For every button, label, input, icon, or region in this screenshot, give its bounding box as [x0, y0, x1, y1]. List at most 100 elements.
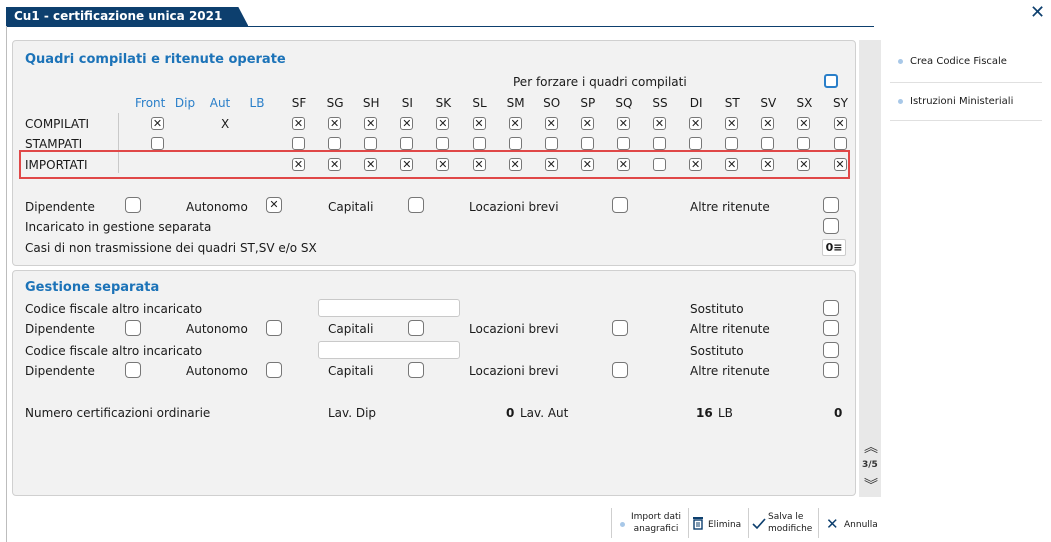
importati-sm-checkbox[interactable]: ✕ [508, 158, 522, 171]
column-header-sg: SG [326, 96, 344, 110]
importati-si-checkbox[interactable]: ✕ [400, 158, 414, 171]
codice-fiscale-input-1[interactable] [318, 299, 460, 317]
stampati-st-checkbox[interactable] [725, 137, 739, 150]
codice-fiscale-input-2[interactable] [318, 341, 460, 359]
lav-dip-label: Lav. Dip [328, 406, 377, 420]
capitali-label: Capitali [328, 200, 374, 214]
compilati-sm-checkbox[interactable]: ✕ [508, 117, 522, 130]
stampati-so-checkbox[interactable] [544, 137, 558, 150]
column-header-di: DI [689, 96, 703, 110]
page-up-icon[interactable]: ︽ [864, 437, 878, 457]
compilati-sp-checkbox[interactable]: ✕ [580, 117, 594, 130]
column-header-front: Front [135, 96, 166, 110]
incaricato-checkbox[interactable] [823, 218, 839, 234]
altre-ritenute-checkbox-3[interactable] [823, 362, 839, 378]
stampati-sq-checkbox[interactable] [616, 137, 630, 150]
importati-sk-checkbox[interactable]: ✕ [436, 158, 450, 171]
dipendente-checkbox[interactable] [125, 197, 141, 213]
stampati-front-checkbox[interactable] [151, 137, 164, 150]
locazioni-label-3: Locazioni brevi [469, 364, 559, 378]
compilati-st-checkbox[interactable]: ✕ [725, 117, 739, 130]
compilati-ss-checkbox[interactable]: ✕ [653, 117, 666, 130]
dipendente-label-2: Dipendente [25, 322, 95, 336]
sidebar-item-crea-codice-fiscale[interactable]: Crea Codice Fiscale [898, 56, 1007, 67]
autonomo-checkbox-2[interactable] [266, 320, 282, 336]
importati-sq-checkbox[interactable]: ✕ [616, 158, 630, 171]
autonomo-label-2: Autonomo [186, 322, 248, 336]
page-down-icon[interactable]: ︾ [864, 475, 878, 495]
importati-sx-checkbox[interactable]: ✕ [797, 158, 811, 171]
stampati-di-checkbox[interactable] [689, 137, 703, 150]
locazioni-checkbox[interactable] [612, 197, 628, 213]
compilati-si-checkbox[interactable]: ✕ [400, 117, 414, 130]
sidebar-item-label: Crea Codice Fiscale [910, 56, 1007, 67]
autonomo-checkbox-3[interactable] [266, 362, 282, 378]
importati-st-checkbox[interactable]: ✕ [725, 158, 739, 171]
stampati-sf-checkbox[interactable] [292, 137, 305, 150]
column-header-si: SI [401, 96, 413, 110]
stampati-sm-checkbox[interactable] [508, 137, 522, 150]
force-label: Per forzare i quadri compilati [513, 75, 687, 89]
compilati-sk-checkbox[interactable]: ✕ [436, 117, 450, 130]
capitali-checkbox-3[interactable] [408, 362, 424, 378]
casi-field[interactable]: 0≡ [822, 239, 846, 256]
importati-sf-checkbox[interactable]: ✕ [292, 158, 305, 171]
stampati-sx-checkbox[interactable] [797, 137, 811, 150]
sostituto-checkbox-2[interactable] [823, 342, 839, 358]
force-checkbox[interactable] [824, 74, 838, 88]
sidebar-item-istruzioni-ministeriali[interactable]: Istruzioni Ministeriali [898, 96, 1013, 107]
compilati-sv-checkbox[interactable]: ✕ [761, 117, 775, 130]
stampati-sg-checkbox[interactable] [328, 137, 342, 150]
importati-sl-checkbox[interactable]: ✕ [472, 158, 486, 171]
stampati-sy-checkbox[interactable] [833, 137, 847, 150]
importati-sg-checkbox[interactable]: ✕ [328, 158, 342, 171]
sostituto-checkbox-1[interactable] [823, 300, 839, 316]
import-dati-button[interactable]: Import dati anagrafici [616, 510, 686, 540]
row-label-compilati: COMPILATI [25, 117, 90, 131]
salva-button[interactable]: Salva le modifiche [750, 510, 816, 540]
importati-sp-checkbox[interactable]: ✕ [580, 158, 594, 171]
importati-ss-checkbox[interactable] [653, 158, 666, 171]
lb-value: 0 [834, 406, 843, 420]
compilati-sh-checkbox[interactable]: ✕ [364, 117, 378, 130]
stampati-si-checkbox[interactable] [400, 137, 414, 150]
capitali-checkbox-2[interactable] [408, 320, 424, 336]
stampati-sh-checkbox[interactable] [364, 137, 378, 150]
compilati-so-checkbox[interactable]: ✕ [544, 117, 558, 130]
importati-di-checkbox[interactable]: ✕ [689, 158, 703, 171]
compilati-sx-checkbox[interactable]: ✕ [797, 117, 811, 130]
locazioni-checkbox-2[interactable] [612, 320, 628, 336]
compilati-sq-checkbox[interactable]: ✕ [616, 117, 630, 130]
close-icon[interactable]: ✕ [1030, 4, 1045, 22]
importati-sv-checkbox[interactable]: ✕ [761, 158, 775, 171]
capitali-checkbox[interactable] [408, 197, 424, 213]
bullet-icon [898, 58, 903, 64]
capitali-label-3: Capitali [328, 364, 374, 378]
stampati-sv-checkbox[interactable] [761, 137, 775, 150]
compilati-sf-checkbox[interactable]: ✕ [292, 117, 305, 130]
compilati-sy-checkbox[interactable]: ✕ [833, 117, 847, 130]
importati-so-checkbox[interactable]: ✕ [544, 158, 558, 171]
compilati-front-checkbox[interactable]: ✕ [151, 117, 164, 130]
column-header-sx: SX [796, 96, 813, 110]
stampati-sk-checkbox[interactable] [436, 137, 450, 150]
compilati-sg-checkbox[interactable]: ✕ [328, 117, 342, 130]
column-header-lb: LB [249, 96, 265, 110]
stampati-sl-checkbox[interactable] [472, 137, 486, 150]
importati-sy-checkbox[interactable]: ✕ [833, 158, 847, 171]
stampati-ss-checkbox[interactable] [653, 137, 666, 150]
compilati-di-checkbox[interactable]: ✕ [689, 117, 703, 130]
dipendente-checkbox-2[interactable] [125, 320, 141, 336]
autonomo-checkbox[interactable]: ✕ [266, 197, 282, 213]
compilati-sl-checkbox[interactable]: ✕ [472, 117, 486, 130]
annulla-button[interactable]: ✕ Annulla [822, 512, 882, 538]
altre-ritenute-checkbox-2[interactable] [823, 320, 839, 336]
locazioni-checkbox-3[interactable] [612, 362, 628, 378]
dipendente-checkbox-3[interactable] [125, 362, 141, 378]
page-indicator: 3/5 [862, 460, 878, 470]
stampati-sp-checkbox[interactable] [580, 137, 594, 150]
elimina-button[interactable]: Elimina [692, 512, 748, 538]
casi-label: Casi di non trasmissione dei quadri ST,S… [25, 241, 317, 255]
altre-ritenute-checkbox[interactable] [823, 197, 839, 213]
importati-sh-checkbox[interactable]: ✕ [364, 158, 378, 171]
